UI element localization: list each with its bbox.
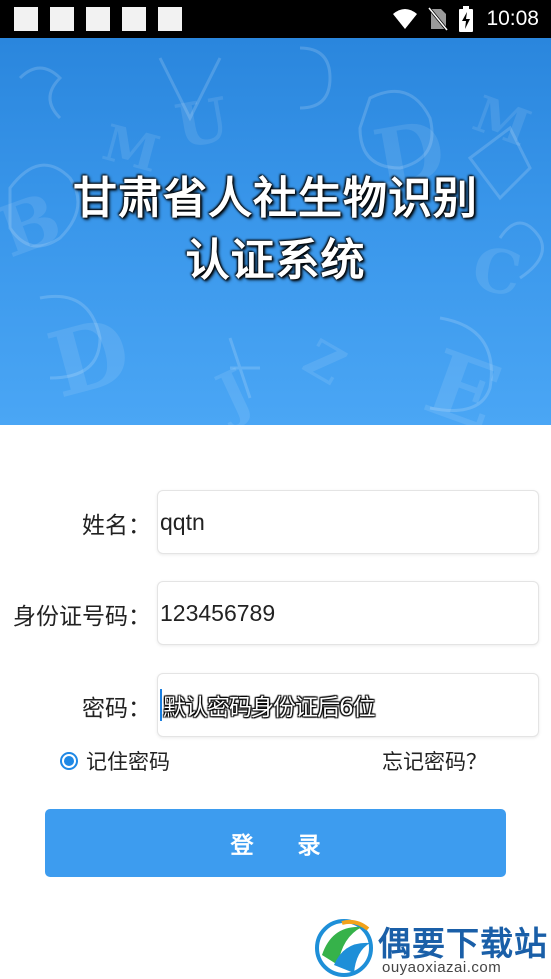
battery-charging-icon [459,6,474,32]
app-title: 甘肃省人社生物识别 认证系统 [0,168,551,292]
no-sim-icon [428,7,449,31]
name-value: qqtn [160,508,205,535]
name-field[interactable]: qqtn [157,490,539,554]
id-number-value: 123456789 [160,599,276,626]
radio-checked-dot [64,756,74,766]
notification-icon [158,7,182,31]
password-row: 密码： 默认密码身份证后6位 [0,673,551,739]
site-name: 偶要下载站 [378,924,548,963]
notification-icon [86,7,110,31]
notification-icon [50,7,74,31]
remember-radio-button[interactable] [60,752,78,770]
status-bar: 10:08 [0,0,551,38]
remember-password-option[interactable]: 记住密码 [60,744,170,778]
text-cursor [160,689,162,721]
svg-text:M: M [466,84,538,158]
forgot-password-link[interactable]: 忘记密码？ [382,744,487,778]
password-field[interactable]: 默认密码身份证后6位 [157,673,539,737]
svg-text:U: U [170,85,234,163]
site-logo-icon [315,919,373,977]
svg-text:D: D [38,297,141,420]
name-label: 姓名： [82,513,151,539]
name-row: 姓名： qqtn [0,490,551,556]
notification-icon [122,7,146,31]
remember-password-label: 记住密码 [86,750,170,774]
id-number-field[interactable]: 123456789 [157,581,539,645]
site-watermark: 偶要下载站 ouyaoxiazai.com [312,915,551,979]
svg-text:J: J [202,356,262,425]
id-number-label: 身份证号码： [13,604,151,630]
svg-text:Z: Z [294,327,355,396]
wifi-icon [393,9,418,29]
status-time: 10:08 [486,7,539,30]
notification-icon [14,7,38,31]
svg-text:E: E [412,329,513,425]
password-placeholder: 默认密码身份证后6位 [163,695,376,721]
id-number-row: 身份证号码： 123456789 [0,581,551,647]
login-button[interactable]: 登 录 [45,809,506,877]
app-title-line-2: 认证系统 [185,235,366,286]
site-url: ouyaoxiazai.com [382,959,502,976]
header-banner: B M D M D E J Z U C 甘肃省人社生物识别 认证系统 [0,38,551,425]
password-label: 密码： [82,696,151,722]
app-title-line-1: 甘肃省人社生物识别 [73,173,478,224]
notification-icons [14,7,182,31]
system-status: 10:08 [392,0,539,38]
